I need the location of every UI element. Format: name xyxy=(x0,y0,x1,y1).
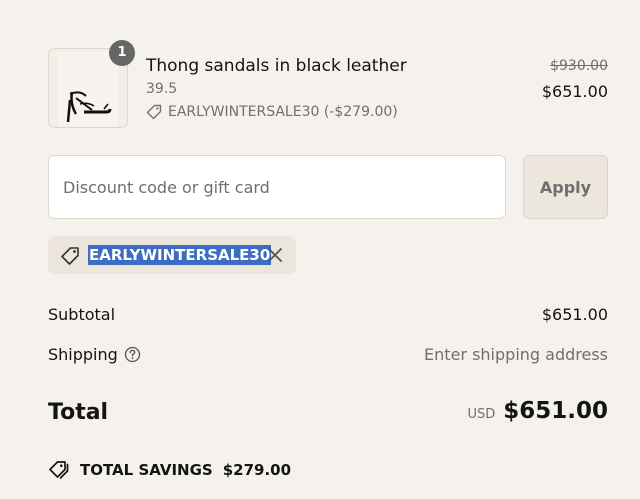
sandal-image xyxy=(66,91,112,123)
shipping-value: Enter shipping address xyxy=(424,345,608,364)
tag-icon xyxy=(146,104,162,120)
double-tag-icon xyxy=(49,461,69,479)
tag-icon xyxy=(61,247,79,265)
total-savings: TOTAL SAVINGS $279.00 xyxy=(48,460,291,480)
quantity-badge: 1 xyxy=(109,40,135,66)
subtotal-value: $651.00 xyxy=(541,305,608,324)
currency-code: USD xyxy=(467,407,496,422)
shipping-row: Shipping xyxy=(48,345,141,364)
subtotal-label: Subtotal xyxy=(48,305,116,324)
total-amount: $651.00 xyxy=(503,398,608,424)
line-discount-text: EARLYWINTERSALE30 (-$279.00) xyxy=(168,104,398,120)
close-icon[interactable] xyxy=(266,246,284,264)
discounted-price: $651.00 xyxy=(541,82,608,101)
line-discount: EARLYWINTERSALE30 (-$279.00) xyxy=(146,104,398,120)
product-name: Thong sandals in black leather xyxy=(146,56,407,76)
apply-button[interactable]: Apply xyxy=(523,155,608,219)
shipping-label: Shipping xyxy=(48,345,118,364)
applied-discount-code: EARLYWINTERSALE30 xyxy=(88,245,272,265)
total-value-group: USD $651.00 xyxy=(467,398,608,424)
product-variant: 39.5 xyxy=(146,81,178,97)
savings-value: $279.00 xyxy=(222,461,292,479)
discount-code-input[interactable] xyxy=(48,155,506,219)
cart-line-item: 1 Thong sandals in black leather 39.5 EA… xyxy=(48,40,608,130)
question-circle-icon[interactable] xyxy=(124,346,141,363)
original-price: $930.00 xyxy=(550,58,608,74)
applied-discount-tag: EARLYWINTERSALE30 xyxy=(48,236,296,274)
savings-label: TOTAL SAVINGS xyxy=(80,461,213,479)
total-label: Total xyxy=(48,400,109,425)
